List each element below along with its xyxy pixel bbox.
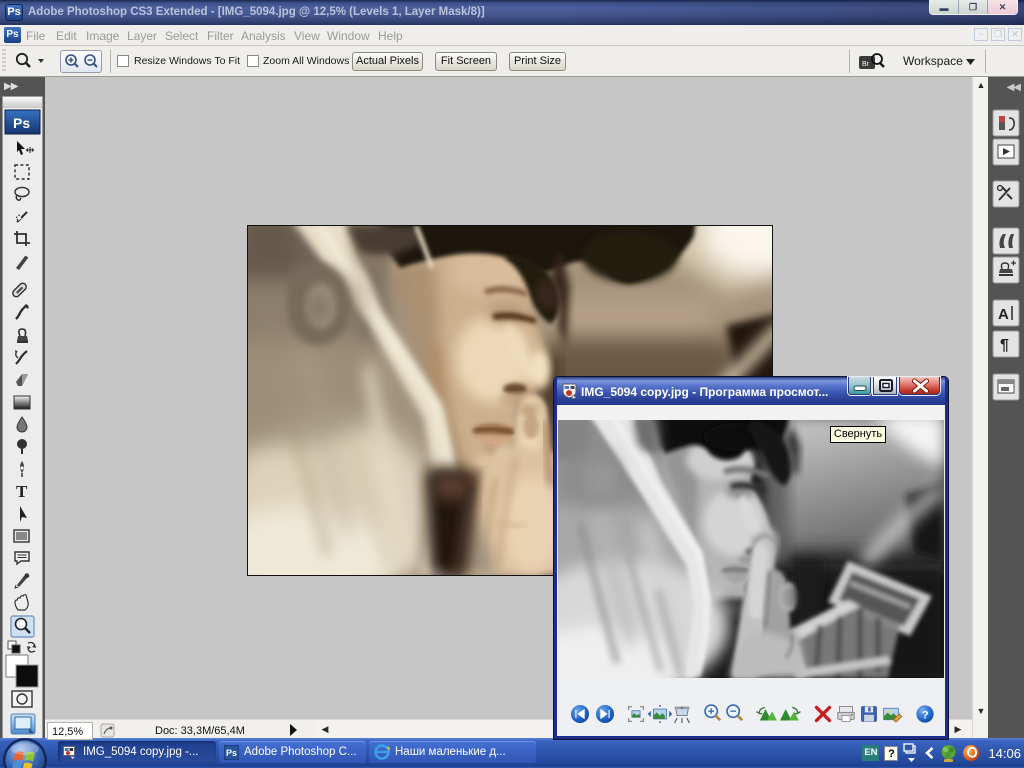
svg-text:Br: Br — [862, 61, 870, 68]
svg-text:A: A — [998, 306, 1009, 323]
svg-text:Ps: Ps — [226, 748, 237, 758]
svg-text:T: T — [16, 482, 28, 501]
svg-text:¶: ¶ — [1000, 337, 1009, 354]
svg-text:Ps: Ps — [13, 115, 30, 131]
